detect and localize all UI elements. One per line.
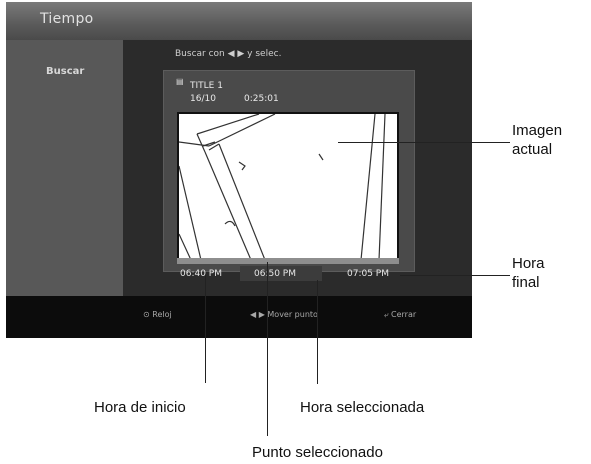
callout-line-end xyxy=(400,275,510,276)
end-time: 07:05 PM xyxy=(347,269,389,279)
callout-end-time: Hora final xyxy=(512,254,545,292)
sidebar-item-buscar[interactable]: Buscar xyxy=(46,66,84,77)
callout-end-line2: final xyxy=(512,274,540,291)
close-button[interactable]: ⤶ Cerrar xyxy=(384,310,416,320)
callout-current-image: Imagen actual xyxy=(512,121,562,159)
start-time: 06:40 PM xyxy=(180,269,222,279)
title-time: 0:25:01 xyxy=(244,94,279,104)
title-name: TITLE 1 xyxy=(190,81,223,91)
sketch-image xyxy=(178,113,386,261)
callout-image-line1: Imagen xyxy=(512,122,563,139)
sidebar: Buscar xyxy=(6,40,123,296)
move-point-button[interactable]: ◀ ▶ Mover punto xyxy=(250,310,318,319)
current-image xyxy=(177,112,399,262)
clock-button[interactable]: ⊙ Reloj xyxy=(143,310,172,319)
selected-time[interactable]: 06:50 PM xyxy=(254,269,296,279)
callout-line-point xyxy=(267,262,268,436)
timeline-bar[interactable] xyxy=(177,258,399,264)
callout-selected-time: Hora seleccionada xyxy=(300,399,425,416)
callout-image-line2: actual xyxy=(512,141,553,158)
callout-line-image xyxy=(338,142,510,143)
title-bar: Tiempo xyxy=(6,2,472,40)
instruction-hint: Buscar con ◀ ▶ y selec. xyxy=(175,49,282,59)
title-icon: ▤ xyxy=(176,77,184,86)
menu-title: Tiempo xyxy=(40,11,94,27)
callout-end-line1: Hora xyxy=(512,255,545,272)
callout-line-selected xyxy=(317,280,318,384)
callout-selected-point: Punto seleccionado xyxy=(252,444,383,461)
callout-line-start xyxy=(205,275,206,383)
callout-start-time: Hora de inicio xyxy=(94,399,186,416)
title-date: 16/10 xyxy=(190,94,216,104)
